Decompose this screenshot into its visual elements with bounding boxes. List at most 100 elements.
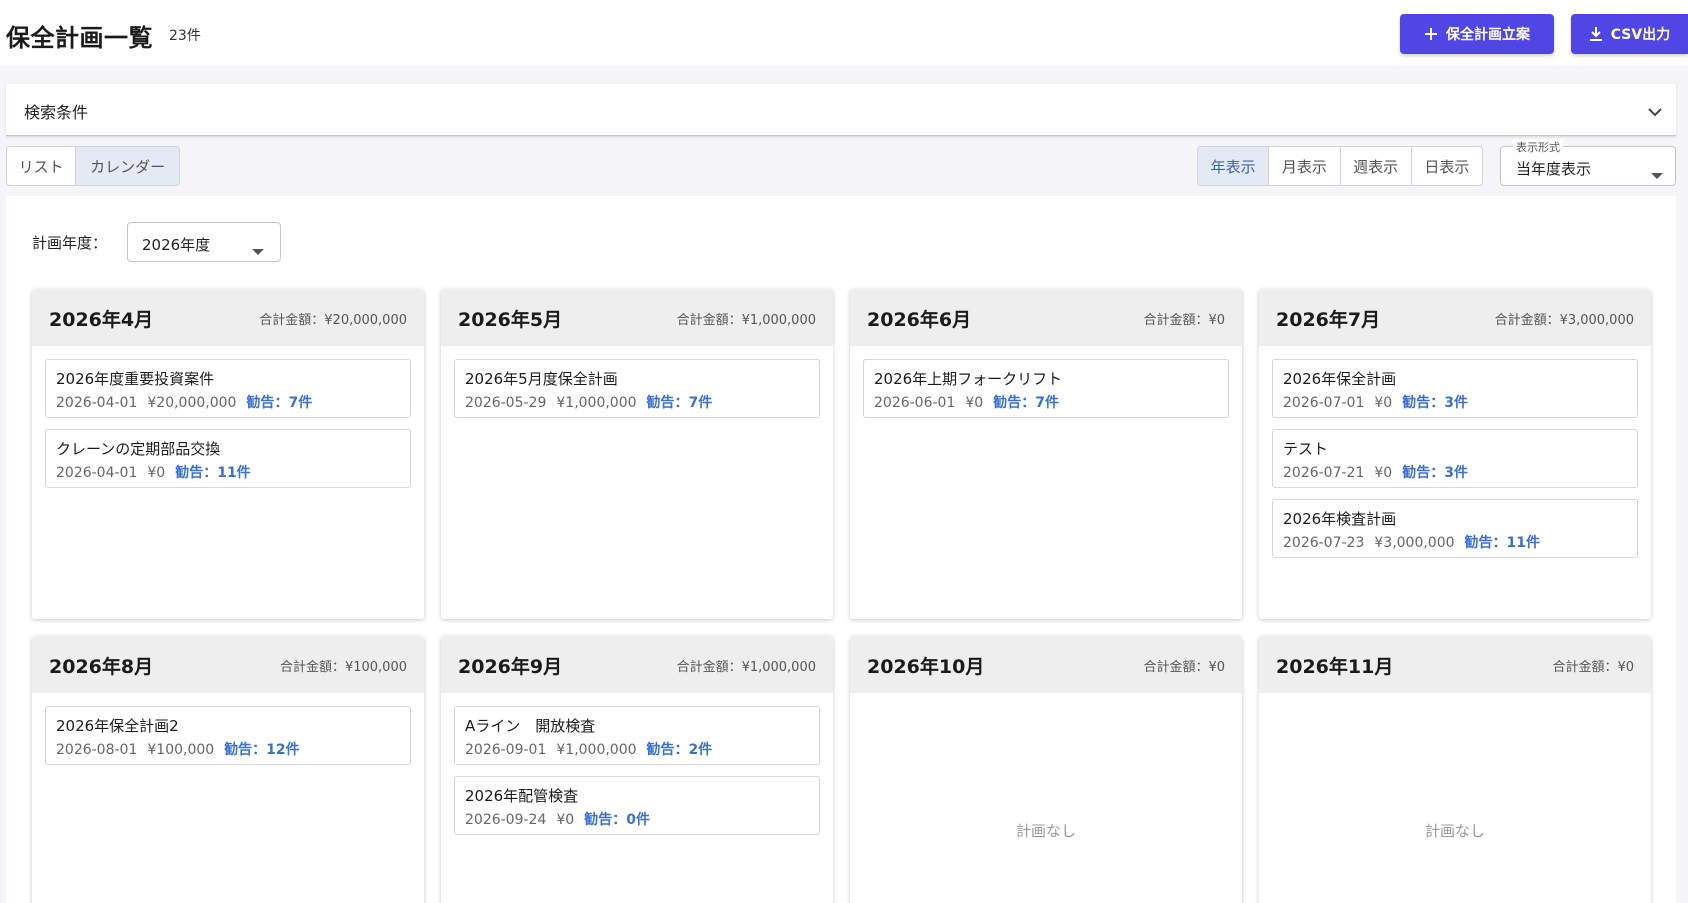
dropdown-arrow-icon [252, 240, 264, 259]
plan-advice-count: 勧告：11件 [175, 465, 251, 481]
month-name: 2026年9月 [458, 656, 563, 678]
csv-export-label: CSV出力 [1610, 27, 1671, 43]
plan-date: 2026-09-01 [465, 742, 547, 758]
plan-item[interactable]: 2026年上期フォークリフト 2026-06-01 ¥0 勧告：7件 [863, 359, 1229, 418]
month-header: 2026年10月 合計金額：¥0 [850, 636, 1242, 693]
plan-date: 2026-08-01 [56, 742, 138, 758]
plan-item[interactable]: 2026年保全計画2 2026-08-01 ¥100,000 勧告：12件 [45, 706, 411, 765]
plan-list: 2026年上期フォークリフト 2026-06-01 ¥0 勧告：7件 [850, 346, 1242, 418]
chevron-down-icon[interactable] [1648, 102, 1662, 121]
plan-title: 2026年検査計画 [1283, 510, 1397, 528]
month-card-june: 2026年6月 合計金額：¥0 2026年上期フォークリフト 2026-06-0… [850, 289, 1242, 619]
plan-advice-count: 勧告：7件 [646, 395, 713, 411]
plan-title: 2026年度重要投資案件 [56, 370, 215, 388]
plan-date: 2026-06-01 [874, 395, 956, 411]
plan-title: 2026年5月度保全計画 [465, 370, 618, 388]
csv-export-button[interactable]: CSV出力 [1571, 14, 1688, 54]
plan-advice-count: 勧告：3件 [1402, 395, 1468, 411]
month-total: 合計金額：¥1,000,000 [676, 660, 816, 675]
period-day-tab[interactable]: 日表示 [1412, 147, 1482, 185]
plan-date: 2026-04-01 [56, 395, 138, 411]
plan-advice-count: 勧告：11件 [1464, 535, 1541, 551]
plan-amount: ¥1,000,000 [556, 395, 637, 411]
empty-plans-label: 計画なし [1015, 822, 1076, 840]
plan-item[interactable]: 2026年度重要投資案件 2026-04-01 ¥20,000,000 勧告：7件 [45, 359, 411, 418]
plan-amount: ¥3,000,000 [1374, 535, 1455, 551]
view-list-tab[interactable]: リスト [7, 147, 77, 185]
plan-advice-count: 勧告：2件 [646, 742, 713, 758]
plan-date: 2026-07-21 [1283, 465, 1365, 481]
plan-meta: 2026-07-01 ¥0 勧告：3件 [1283, 392, 1627, 412]
plan-meta: 2026-07-23 ¥3,000,000 勧告：11件 [1283, 532, 1627, 552]
plan-amount: ¥0 [1374, 465, 1393, 481]
plan-amount: ¥100,000 [147, 742, 215, 758]
plan-meta: 2026-04-01 ¥20,000,000 勧告：7件 [56, 392, 400, 412]
plan-title: Aライン 開放検査 [465, 717, 596, 735]
plan-list: 2026年保全計画2 2026-08-01 ¥100,000 勧告：12件 [32, 693, 424, 765]
month-card-august: 2026年8月 合計金額：¥100,000 2026年保全計画2 2026-08… [32, 636, 424, 903]
period-month-tab[interactable]: 月表示 [1269, 147, 1341, 185]
record-count: 23件 [169, 28, 201, 44]
view-calendar-tab[interactable]: カレンダー [76, 147, 179, 185]
plan-advice-count: 勧告：0件 [584, 812, 650, 828]
display-format-select[interactable]: 表示形式 当年度表示 [1500, 139, 1676, 186]
view-mode-toggle: リスト カレンダー [6, 146, 180, 186]
period-week-tab[interactable]: 週表示 [1341, 147, 1412, 185]
plan-amount: ¥1,000,000 [556, 742, 637, 758]
plan-meta: 2026-09-01 ¥1,000,000 勧告：2件 [465, 739, 809, 759]
plan-date: 2026-09-24 [465, 812, 547, 828]
month-header: 2026年5月 合計金額：¥1,000,000 [441, 289, 833, 346]
search-conditions-title: 検索条件 [24, 103, 89, 122]
plan-date: 2026-07-01 [1283, 395, 1365, 411]
plan-item[interactable]: Aライン 開放検査 2026-09-01 ¥1,000,000 勧告：2件 [454, 706, 820, 765]
plan-item[interactable]: 2026年保全計画 2026-07-01 ¥0 勧告：3件 [1272, 359, 1638, 418]
page-header: 保全計画一覧 23件 保全計画立案 CSV出力 [0, 0, 1688, 66]
plan-item[interactable]: テスト 2026-07-21 ¥0 勧告：3件 [1272, 429, 1638, 488]
download-icon [1589, 26, 1603, 42]
month-name: 2026年4月 [49, 309, 154, 331]
plan-item[interactable]: クレーンの定期部品交換 2026-04-01 ¥0 勧告：11件 [45, 429, 411, 488]
month-name: 2026年5月 [458, 309, 563, 331]
plan-advice-count: 勧告：3件 [1402, 465, 1468, 481]
plan-amount: ¥0 [147, 465, 166, 481]
period-toggle: 年表示 月表示 週表示 日表示 [1197, 146, 1483, 186]
display-format-value: 当年度表示 [1516, 160, 1592, 178]
month-name: 2026年7月 [1276, 309, 1381, 331]
plan-amount: ¥0 [965, 395, 984, 411]
month-total: 合計金額：¥100,000 [279, 660, 407, 675]
search-conditions-panel[interactable]: 検索条件 [6, 84, 1676, 136]
plan-list: 2026年保全計画 2026-07-01 ¥0 勧告：3件 テスト 2026-07-… [1259, 346, 1651, 558]
month-card-july: 2026年7月 合計金額：¥3,000,000 2026年保全計画 2026-0… [1259, 289, 1651, 619]
month-header: 2026年9月 合計金額：¥1,000,000 [441, 636, 833, 693]
plan-item[interactable]: 2026年5月度保全計画 2026-05-29 ¥1,000,000 勧告：7件 [454, 359, 820, 418]
fiscal-year-select[interactable]: 2026年度 [127, 222, 281, 262]
plan-date: 2026-05-29 [465, 395, 547, 411]
month-name: 2026年10月 [867, 656, 985, 678]
create-plan-button[interactable]: 保全計画立案 [1400, 14, 1554, 54]
plan-meta: 2026-09-24 ¥0 勧告：0件 [465, 809, 809, 829]
month-header: 2026年8月 合計金額：¥100,000 [32, 636, 424, 693]
month-card-april: 2026年4月 合計金額：¥20,000,000 2026年度重要投資案件 20… [32, 289, 424, 619]
plan-meta: 2026-07-21 ¥0 勧告：3件 [1283, 462, 1627, 482]
plan-item[interactable]: 2026年検査計画 2026-07-23 ¥3,000,000 勧告：11件 [1272, 499, 1638, 558]
fiscal-year-value: 2026年度 [142, 236, 211, 254]
plan-list: 2026年5月度保全計画 2026-05-29 ¥1,000,000 勧告：7件 [441, 346, 833, 418]
month-header: 2026年6月 合計金額：¥0 [850, 289, 1242, 346]
empty-plans-label: 計画なし [1424, 822, 1485, 840]
month-header: 2026年4月 合計金額：¥20,000,000 [32, 289, 424, 346]
plan-advice-count: 勧告：7件 [993, 395, 1059, 411]
month-total: 合計金額：¥1,000,000 [676, 313, 816, 328]
plan-title: 2026年保全計画2 [56, 717, 179, 735]
calendar-panel: 計画年度： 2026年度 2026年4月 合計金額：¥20,000,000 20… [6, 196, 1676, 903]
plan-amount: ¥0 [556, 812, 575, 828]
month-card-may: 2026年5月 合計金額：¥1,000,000 2026年5月度保全計画 202… [441, 289, 833, 619]
plan-meta: 2026-08-01 ¥100,000 勧告：12件 [56, 739, 400, 759]
plan-amount: ¥20,000,000 [147, 395, 237, 411]
plan-meta: 2026-05-29 ¥1,000,000 勧告：7件 [465, 392, 809, 412]
dropdown-arrow-icon [1651, 164, 1663, 183]
plan-advice-count: 勧告：12件 [224, 742, 300, 758]
plan-item[interactable]: 2026年配管検査 2026-09-24 ¥0 勧告：0件 [454, 776, 820, 835]
period-year-tab[interactable]: 年表示 [1198, 147, 1270, 185]
plan-advice-count: 勧告：7件 [246, 395, 313, 411]
month-card-october: 2026年10月 合計金額：¥0 計画なし [850, 636, 1242, 903]
